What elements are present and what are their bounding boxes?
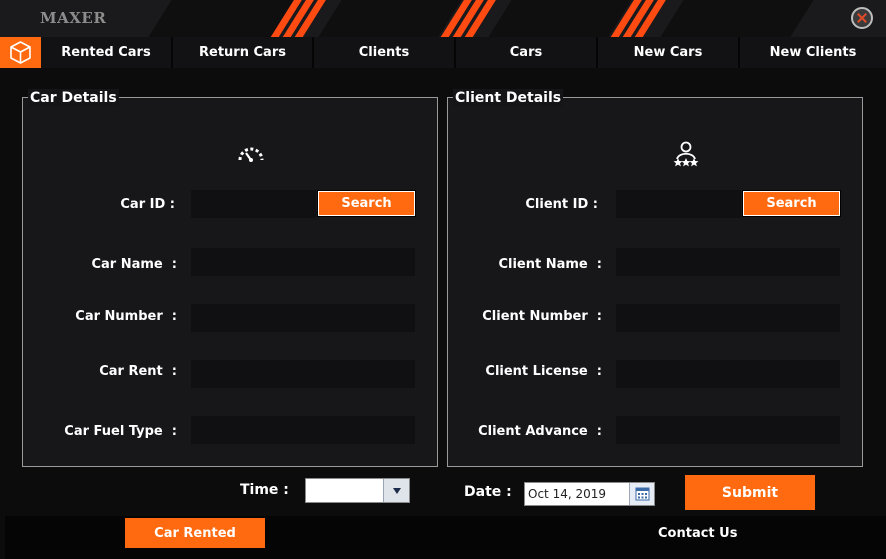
car-rented-button[interactable]: Car Rented	[125, 518, 265, 548]
car-details-panel: Car Details Car ID : Search Car Name : C…	[22, 89, 438, 467]
client-id-label: Client ID :	[525, 197, 598, 212]
client-details-panel: Client Details Client ID : Search Client…	[447, 89, 863, 467]
car-rent-label: Car Rent :	[99, 364, 177, 379]
date-value: Oct 14, 2019	[528, 487, 606, 501]
client-license-label: Client License :	[485, 364, 602, 379]
title-bar: MAXER	[0, 0, 886, 37]
chevron-down-icon[interactable]	[383, 479, 409, 502]
car-search-button[interactable]: Search	[317, 190, 416, 217]
calendar-icon[interactable]	[629, 483, 654, 505]
tab-new-cars[interactable]: New Cars	[598, 37, 740, 68]
car-id-label: Car ID :	[120, 197, 175, 212]
time-dropdown[interactable]	[305, 478, 410, 503]
date-label: Date :	[464, 484, 512, 500]
client-license-input[interactable]	[616, 360, 840, 388]
tab-clients[interactable]: Clients	[314, 37, 456, 68]
submit-button[interactable]: Submit	[685, 475, 815, 510]
client-search-button[interactable]: Search	[742, 190, 841, 217]
car-rent-input[interactable]	[191, 360, 415, 388]
contact-us-link[interactable]: Contact Us	[658, 526, 737, 541]
time-label: Time :	[240, 482, 289, 498]
speedometer-icon	[238, 147, 264, 162]
app-brand: MAXER	[40, 9, 107, 27]
car-fuel-type-label: Car Fuel Type :	[64, 424, 177, 439]
client-id-input[interactable]	[616, 190, 741, 218]
car-name-label: Car Name :	[91, 257, 177, 272]
user-stars-icon	[673, 141, 699, 167]
cube-icon	[10, 41, 31, 64]
tab-return-cars[interactable]: Return Cars	[173, 37, 314, 68]
title-bar-stripe	[660, 0, 814, 37]
client-number-input[interactable]	[616, 304, 840, 332]
title-bar-stripe	[318, 0, 462, 37]
nav-bar: Rented Cars Return Cars Clients Cars New…	[0, 37, 886, 68]
tab-new-clients[interactable]: New Clients	[740, 37, 886, 68]
client-name-input[interactable]	[616, 248, 840, 276]
car-details-title: Car Details	[28, 89, 119, 107]
car-id-input[interactable]	[191, 190, 316, 218]
client-details-title: Client Details	[453, 89, 564, 107]
car-number-label: Car Number :	[75, 309, 177, 324]
client-name-label: Client Name :	[498, 257, 602, 272]
close-icon[interactable]	[851, 7, 873, 29]
client-number-label: Client Number :	[482, 309, 602, 324]
client-advance-input[interactable]	[616, 416, 840, 444]
car-name-input[interactable]	[191, 248, 415, 276]
date-picker[interactable]: Oct 14, 2019	[524, 482, 655, 506]
car-number-input[interactable]	[191, 304, 415, 332]
client-advance-label: Client Advance :	[478, 424, 602, 439]
title-bar-stripe	[488, 0, 632, 37]
tab-rented-cars[interactable]: Rented Cars	[41, 37, 173, 68]
car-fuel-type-input[interactable]	[191, 416, 415, 444]
home-button[interactable]	[0, 37, 41, 68]
tab-cars[interactable]: Cars	[456, 37, 598, 68]
